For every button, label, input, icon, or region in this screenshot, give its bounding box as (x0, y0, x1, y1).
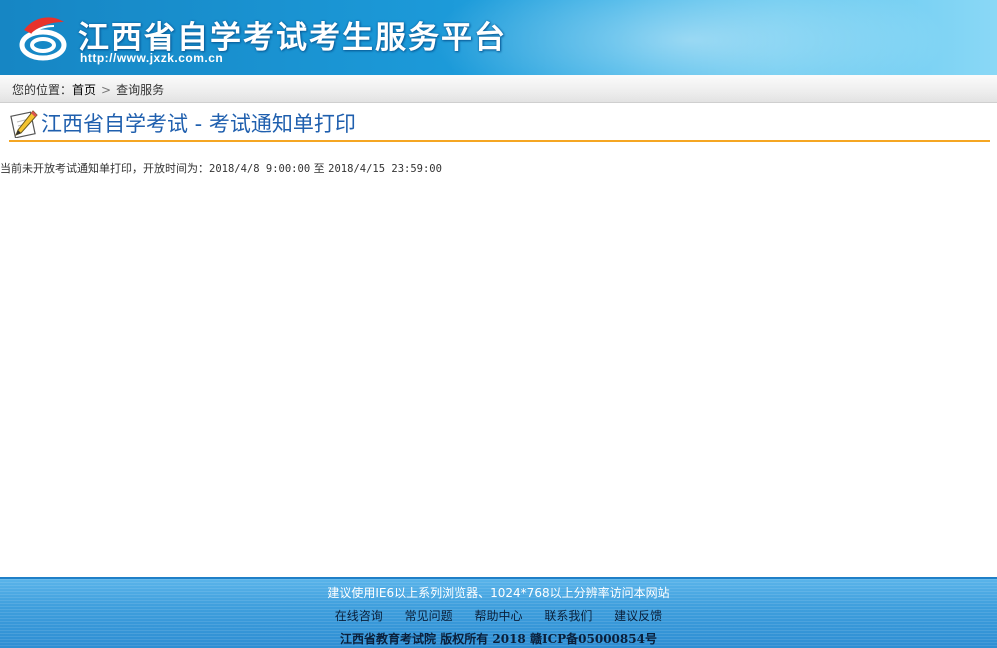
footer-link-feedback[interactable]: 建议反馈 (614, 609, 662, 623)
print-closed-notice: 当前未开放考试通知单打印，开放时间为：2018/4/8 9:00:00 至 20… (0, 160, 442, 176)
open-start-time: 2018/4/8 9:00:00 (209, 163, 311, 175)
breadcrumb-prefix: 您的位置： (12, 83, 73, 97)
site-header: 江西省自学考试考生服务平台 http://www.jxzk.com.cn (0, 0, 997, 75)
copyright: 江西省教育考试院 版权所有 2018 赣ICP备05000854号 (340, 632, 657, 646)
footer-link-help-center[interactable]: 帮助中心 (474, 609, 522, 623)
notice-text: 当前未开放考试通知单打印，开放时间为： (0, 162, 209, 175)
chevron-right-icon: > (101, 83, 112, 97)
open-end-time: 2018/4/15 23:59:00 (328, 163, 442, 175)
breadcrumb: 您的位置：首页 > 查询服务 (12, 81, 164, 98)
header-glow (430, 0, 950, 75)
page-title: 江西省自学考试 - 考试通知单打印 (41, 112, 356, 136)
site-footer: 建议使用IE6以上系列浏览器、1024*768以上分辨率访问本网站 在线咨询 常… (0, 577, 997, 648)
swirl-logo-icon[interactable] (16, 12, 70, 66)
footer-link-faq[interactable]: 常见问题 (405, 609, 453, 623)
browser-tip: 建议使用IE6以上系列浏览器、1024*768以上分辨率访问本网站 (327, 586, 670, 600)
footer-links: 在线咨询 常见问题 帮助中心 联系我们 建议反馈 (0, 607, 997, 624)
page-title-section: 江西省自学考试 - 考试通知单打印 (9, 106, 990, 142)
notice-to: 至 (313, 162, 325, 175)
pencil-icon (10, 110, 38, 138)
breadcrumb-bar: 您的位置：首页 > 查询服务 (0, 75, 997, 103)
footer-link-contact-us[interactable]: 联系我们 (544, 609, 592, 623)
breadcrumb-home-link[interactable]: 首页 (72, 83, 96, 97)
site-url: http://www.jxzk.com.cn (80, 51, 224, 65)
footer-link-online-consult[interactable]: 在线咨询 (335, 609, 383, 623)
breadcrumb-current: 查询服务 (116, 83, 165, 97)
